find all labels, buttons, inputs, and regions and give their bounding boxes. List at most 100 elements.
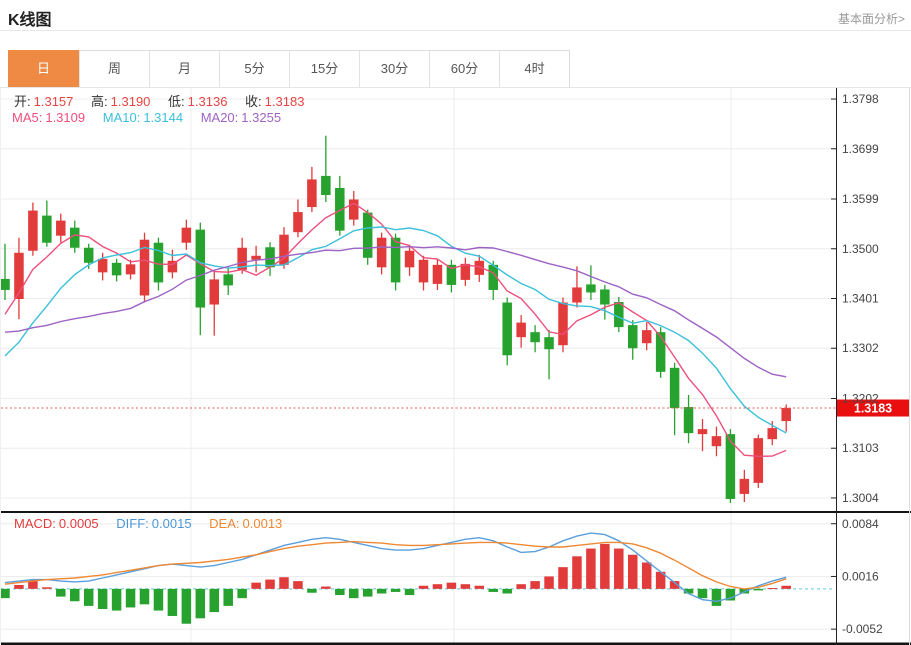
candle <box>572 287 582 303</box>
candle <box>683 407 694 434</box>
tab-4时[interactable]: 4时 <box>499 51 569 87</box>
macd-bar <box>83 588 94 606</box>
candle <box>404 250 415 268</box>
macd-bar <box>474 585 485 589</box>
open-value: 1.3157 <box>33 94 74 109</box>
macd-bar <box>767 588 777 590</box>
ma5-label: MA5: <box>12 110 43 125</box>
candle <box>28 210 38 251</box>
axis-label: 1.3401 <box>842 291 879 305</box>
macd-bar <box>544 576 554 589</box>
tab-日[interactable]: 日 <box>8 50 79 88</box>
ma20-value: 1.3255 <box>241 110 282 125</box>
axis-label: 1.3302 <box>842 341 879 355</box>
macd-bar <box>14 584 24 589</box>
macd-bar <box>349 588 359 599</box>
close-value: 1.3183 <box>264 94 305 109</box>
macd-bar <box>530 581 540 589</box>
candle <box>781 408 791 422</box>
fundamental-analysis-link[interactable]: 基本面分析> <box>838 10 905 27</box>
macd-bar <box>42 587 52 589</box>
candle <box>600 289 610 305</box>
candle <box>432 264 443 284</box>
candle <box>181 227 192 243</box>
candle <box>83 247 94 263</box>
diff-label: DIFF: <box>116 516 149 531</box>
macd-bar <box>697 588 708 599</box>
tab-月[interactable]: 月 <box>149 51 219 87</box>
macd-bar <box>56 588 66 597</box>
high-label: 高: <box>91 94 108 109</box>
candle <box>502 302 512 356</box>
macd-bar <box>614 548 624 589</box>
macd-bar <box>195 588 206 619</box>
tab-周[interactable]: 周 <box>79 51 149 87</box>
candle <box>628 325 638 349</box>
candle <box>42 215 52 243</box>
ma10-value: 1.3144 <box>143 110 184 125</box>
candle <box>753 438 764 483</box>
macd-bar <box>153 588 164 611</box>
ohlc-legend: 开: 1.3157 高: 1.3190 低: 1.3136 收: 1.3183 <box>14 91 318 110</box>
macd-bar <box>711 588 722 606</box>
macd-bar <box>460 584 471 589</box>
close-label: 收: <box>245 94 262 109</box>
candle <box>307 179 317 208</box>
candle <box>362 212 373 258</box>
candle <box>516 322 526 338</box>
candle <box>669 367 680 409</box>
panel-separator <box>1 511 911 513</box>
axis-label: 0.0084 <box>842 517 879 531</box>
axis-label: 1.3103 <box>842 441 879 455</box>
title-divider <box>0 30 911 31</box>
axis-label: 1.3202 <box>842 391 879 405</box>
macd-bar <box>376 588 387 594</box>
macd-bar <box>572 556 582 589</box>
dea-label: DEA: <box>209 516 240 531</box>
candle <box>390 237 401 283</box>
macd-bar <box>265 579 275 589</box>
ma20-label: MA20: <box>200 110 239 125</box>
macd-bar <box>139 588 150 605</box>
ma5-value: 1.3109 <box>45 110 86 125</box>
macd-bar <box>516 584 526 589</box>
ma10-label: MA10: <box>102 110 141 125</box>
candle <box>209 279 219 305</box>
candle <box>697 429 708 435</box>
low-label: 低: <box>168 94 185 109</box>
axis-label: 1.3699 <box>842 142 879 156</box>
macd-bar <box>488 588 498 592</box>
candle <box>376 237 387 268</box>
tab-5分[interactable]: 5分 <box>219 51 289 87</box>
candle <box>711 436 722 447</box>
macd-value: 0.0005 <box>58 516 99 531</box>
tab-30分[interactable]: 30分 <box>359 51 429 87</box>
candle <box>530 332 540 343</box>
candle <box>223 274 233 286</box>
axis-label: -0.0052 <box>842 622 883 636</box>
tab-15分[interactable]: 15分 <box>289 51 359 87</box>
ma-legend: MA5: 1.3109 MA10: 1.3144 MA20: 1.3255 <box>12 110 295 125</box>
macd-label: MACD: <box>14 516 56 531</box>
candle <box>349 199 359 220</box>
macd-bar <box>293 581 303 589</box>
tab-60分[interactable]: 60分 <box>429 51 499 87</box>
macd-bar <box>753 588 764 591</box>
dea-value: 0.0013 <box>242 516 283 531</box>
macd-bar <box>446 582 457 589</box>
macd-bar <box>558 567 568 589</box>
axis-label: 1.3500 <box>842 242 879 256</box>
macd-bar <box>223 588 233 606</box>
macd-bar <box>404 588 415 596</box>
axis-label: 1.3599 <box>842 192 879 206</box>
macd-bar <box>390 588 401 592</box>
candle <box>767 428 777 440</box>
macd-bar <box>111 588 122 611</box>
low-value: 1.3136 <box>187 94 228 109</box>
candle <box>97 258 108 273</box>
candle <box>1 278 10 290</box>
page-title: K线图 <box>8 12 52 29</box>
macd-bar <box>279 577 289 589</box>
macd-bar <box>335 588 345 596</box>
kline-chart-area: 1.3183 1.3798 1.3699 1.3599 1.3500 1.3401 1.33… <box>0 88 911 645</box>
